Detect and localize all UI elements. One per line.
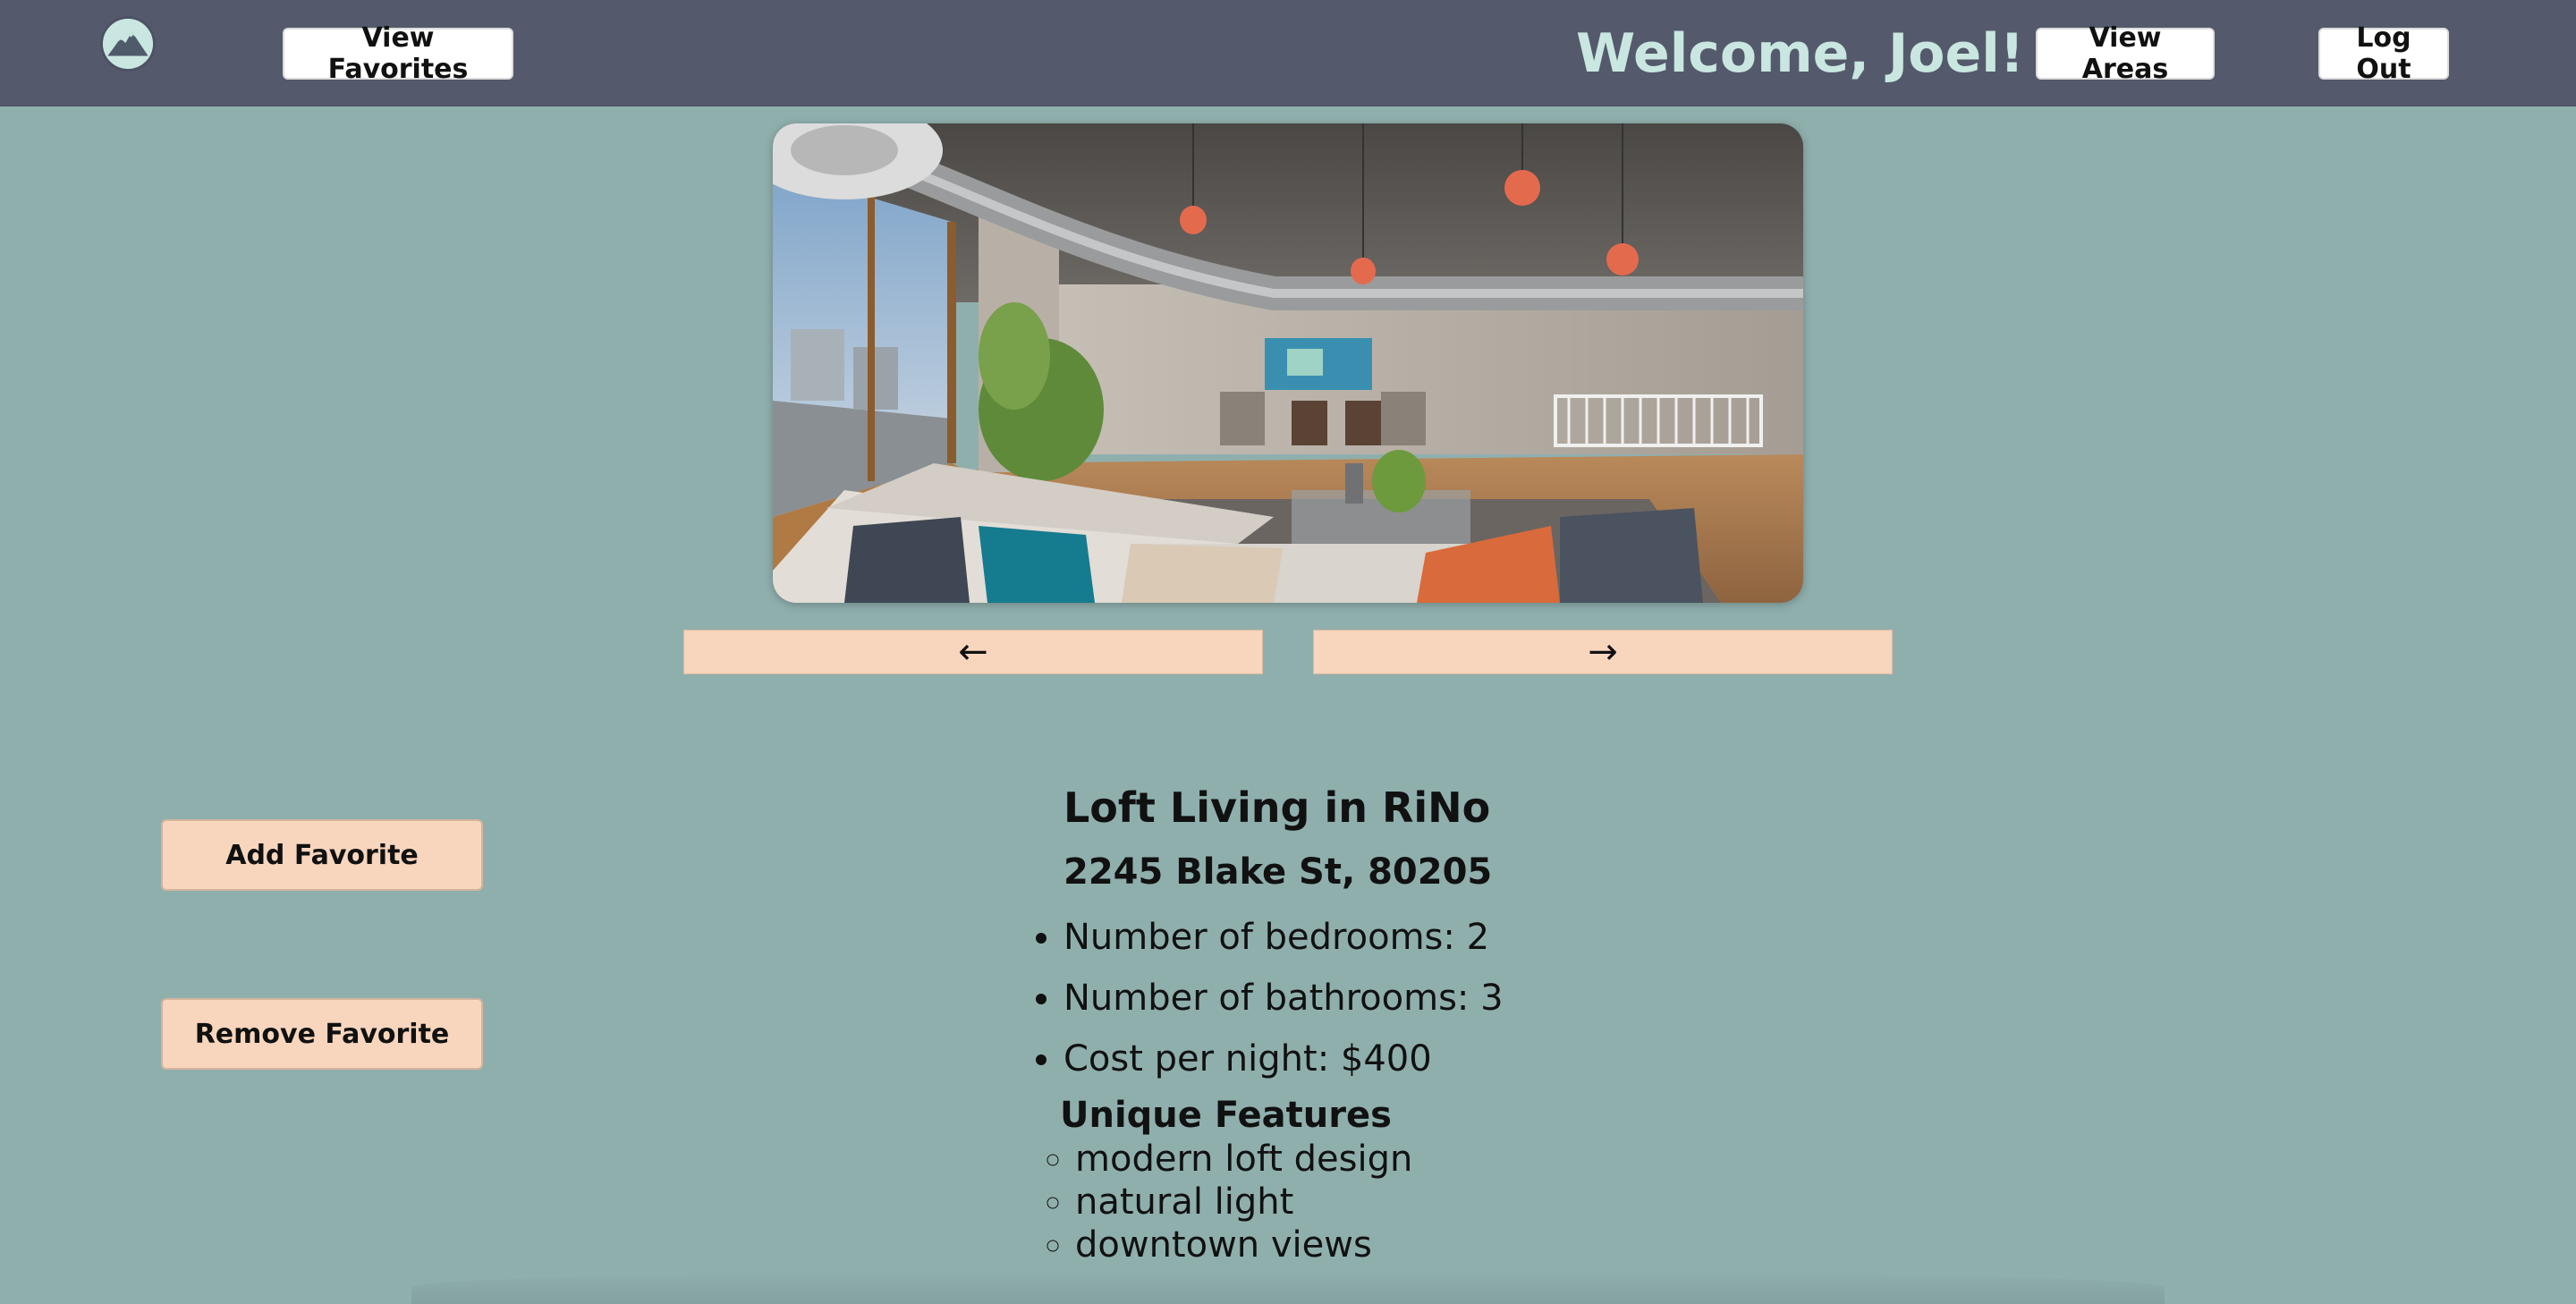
unique-features-heading: Unique Features [1060,1095,1392,1136]
listing-photo [773,123,1803,603]
arrow-right-icon: → [1588,631,1618,673]
feature-item: modern loft design [1075,1138,1412,1181]
unique-features-list: modern loft design natural light downtow… [1029,1138,1412,1266]
bottom-edge-shadow [411,1270,2165,1304]
view-favorites-button[interactable]: View Favorites [283,22,513,85]
feature-item: downtown views [1075,1224,1412,1266]
listing-address: 2245 Blake St, 80205 [1063,851,1493,893]
previous-photo-button[interactable]: ← [683,630,1263,674]
listing-title: Loft Living in RiNo [1063,783,1491,832]
view-areas-button[interactable]: View Areas [2036,22,2215,85]
welcome-message: Welcome, Joel! [1576,22,2025,85]
bathrooms-fact: Number of bathrooms: 3 [1063,968,1504,1029]
feature-item: natural light [1075,1181,1412,1224]
arrow-left-icon: ← [958,631,988,673]
log-out-button[interactable]: Log Out [2318,22,2449,85]
cost-per-night-fact: Cost per night: $400 [1063,1029,1504,1089]
next-photo-button[interactable]: → [1313,630,1893,674]
page: View Favorites Welcome, Joel! View Areas… [0,0,2576,1304]
top-nav-bar: View Favorites Welcome, Joel! View Areas… [0,0,2576,106]
add-favorite-button[interactable]: Add Favorite [161,819,483,891]
bedrooms-fact: Number of bedrooms: 2 [1063,907,1504,968]
listing-facts-list: Number of bedrooms: 2 Number of bathroom… [1020,907,1504,1089]
remove-favorite-button[interactable]: Remove Favorite [161,998,483,1070]
mountain-logo-icon[interactable] [100,16,156,72]
